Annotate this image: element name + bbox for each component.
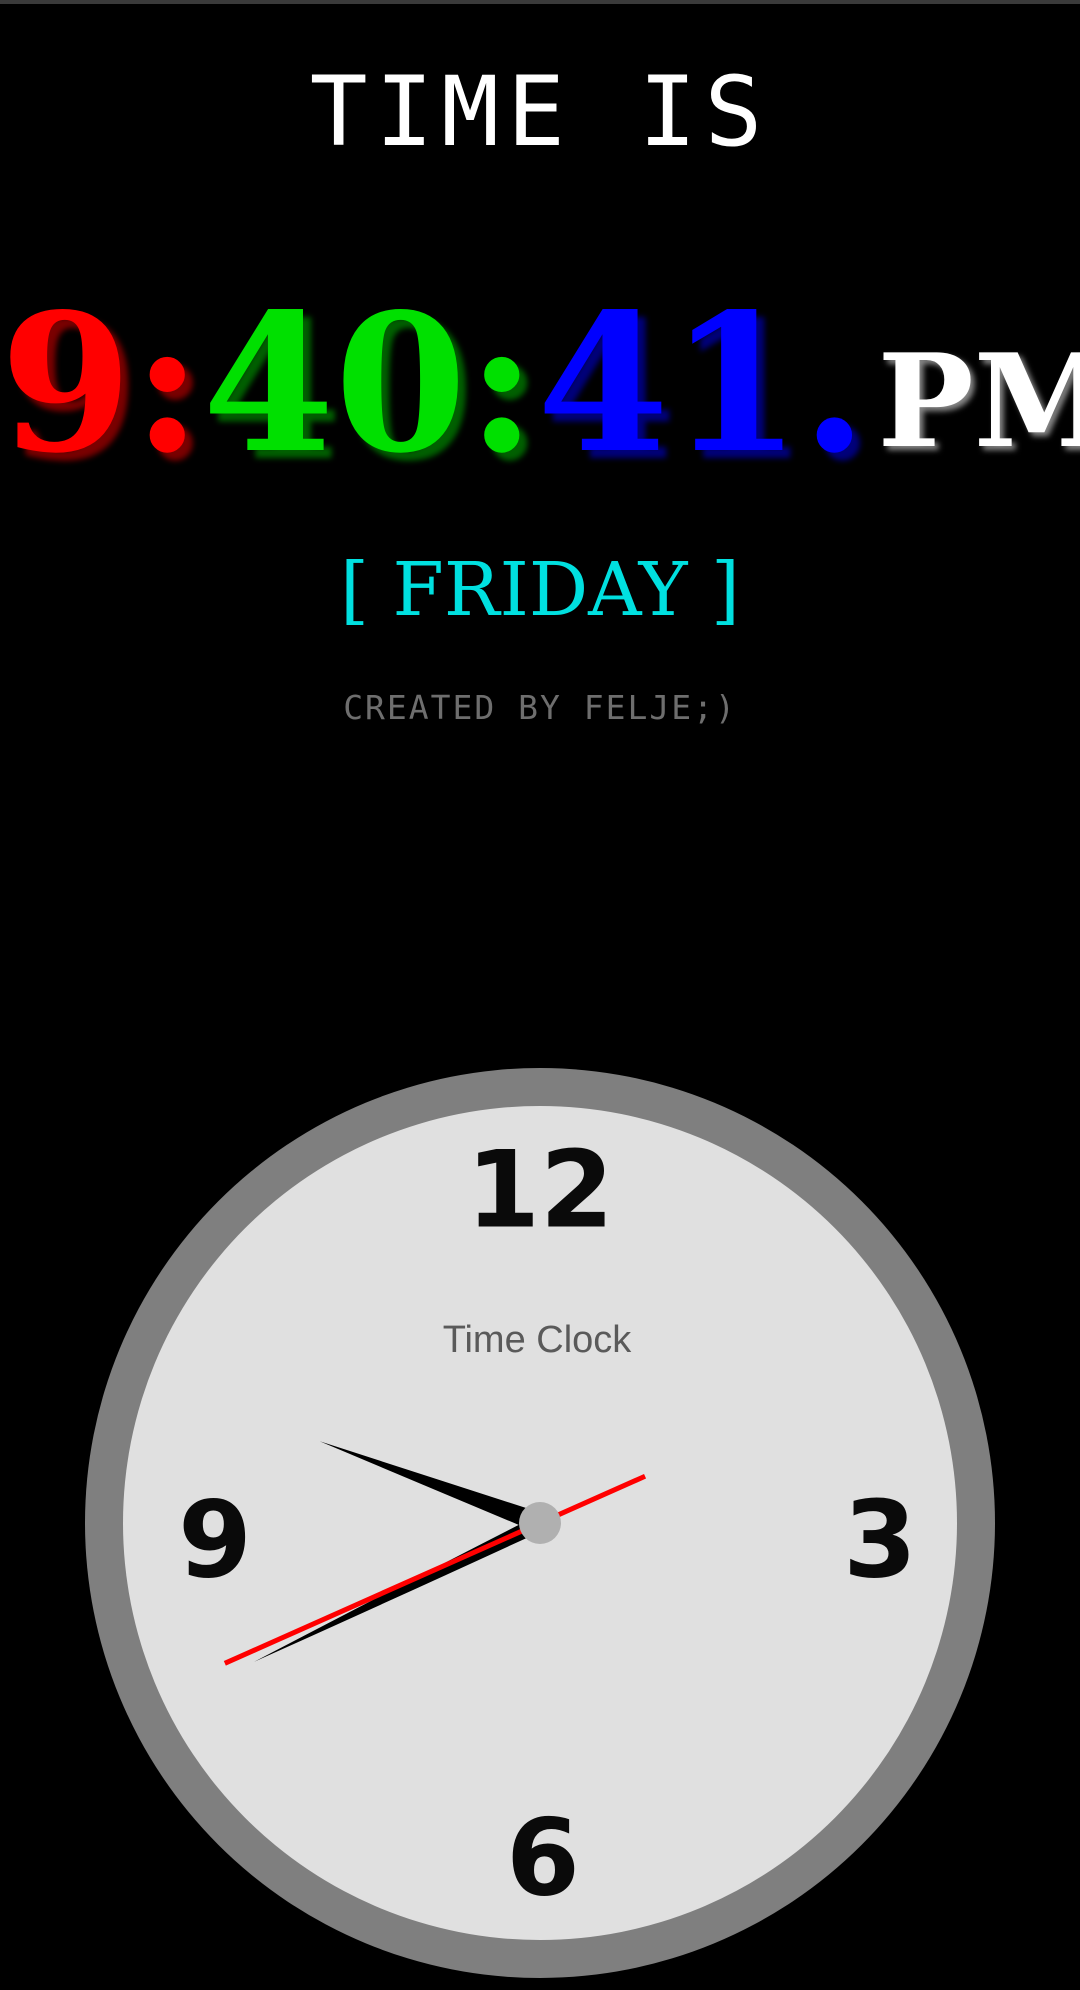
digital-minutes: 40: [202,272,537,495]
clock-number-3: 3 [843,1479,917,1602]
analog-clock: 12 3 6 9 Time Clock [85,1068,995,1978]
clock-number-12: 12 [466,1129,614,1252]
digital-ampm: PM [877,327,1080,477]
page-title: TIME IS [309,56,771,168]
digital-seconds: 41. [536,272,868,495]
top-edge-line [0,0,1080,4]
clock-number-6: 6 [506,1797,580,1920]
clock-number-9: 9 [178,1479,252,1602]
day-of-week: [ FRIDAY ] [340,547,740,633]
digital-clock: 9:40:41.PM [0,272,1080,495]
clock-label: Time Clock [443,1319,633,1361]
digital-hours: 9: [0,272,203,495]
clock-center-pin [519,1502,561,1544]
credit-text: CREATED BY FELJE;) [343,688,737,727]
analog-clock-svg: 12 3 6 9 Time Clock [85,1068,995,1978]
